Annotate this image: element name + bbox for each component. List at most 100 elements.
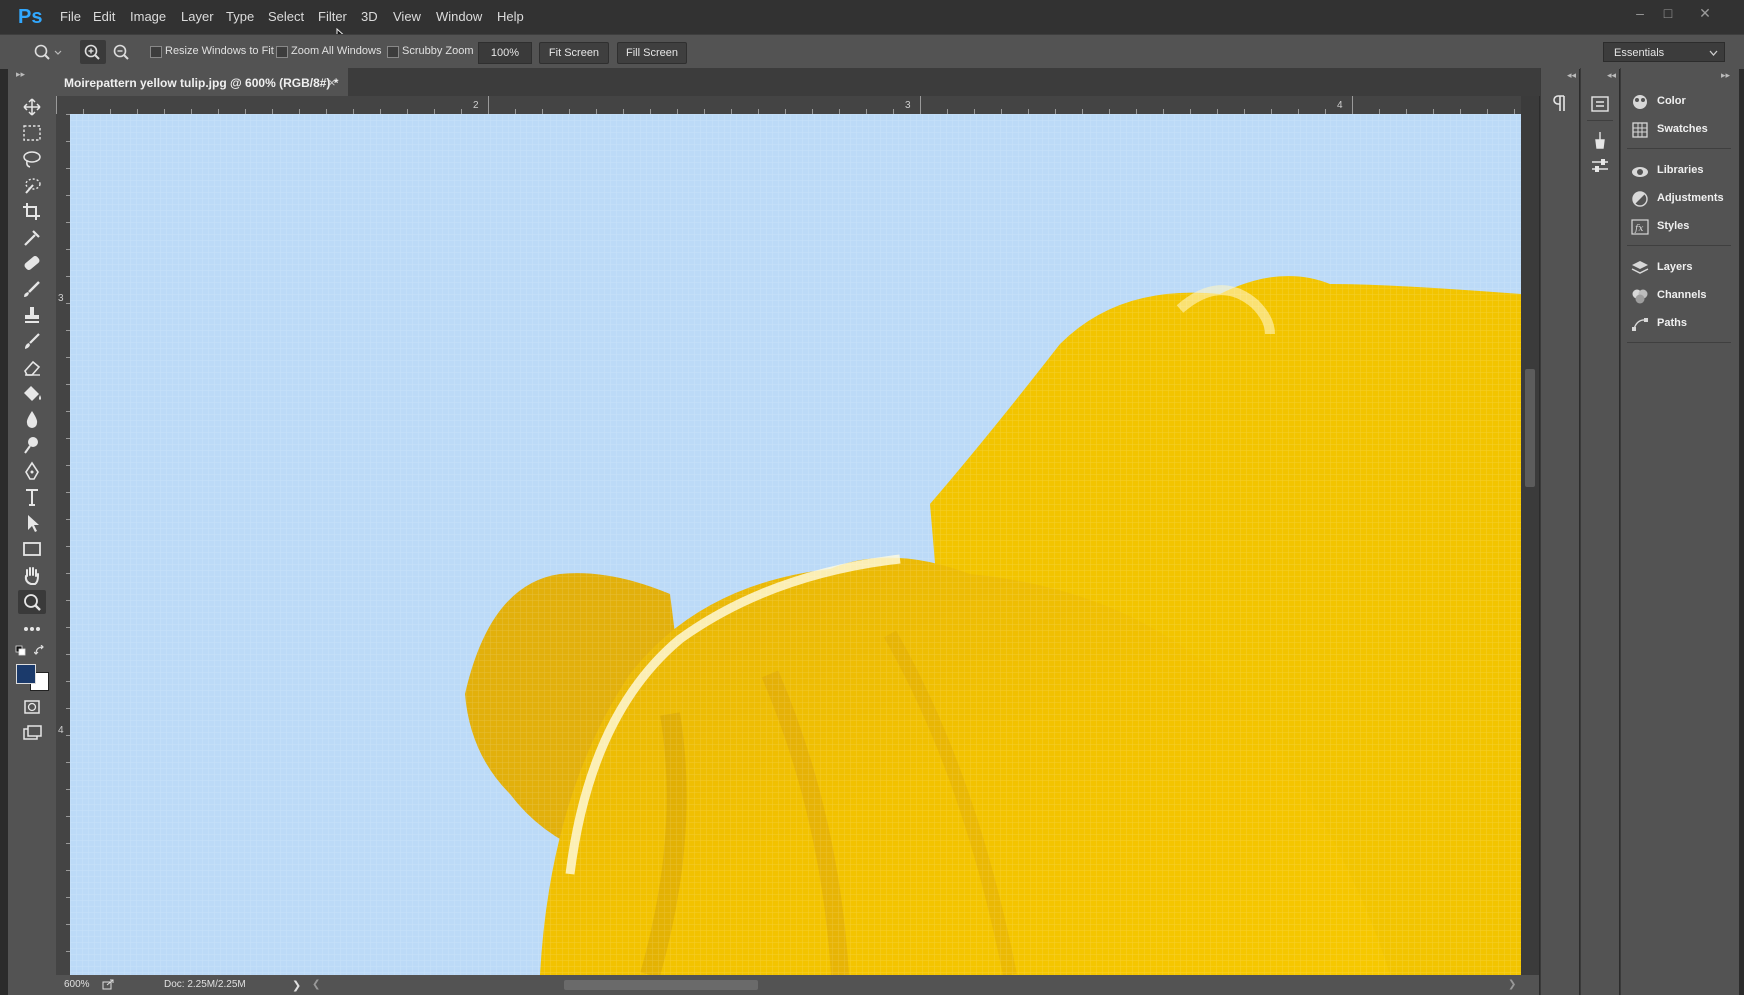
- crop-tool-icon[interactable]: [18, 200, 46, 222]
- panel-channels[interactable]: Channels: [1621, 282, 1739, 310]
- history-brush-tool-icon[interactable]: [18, 330, 46, 352]
- document-canvas[interactable]: [70, 114, 1521, 975]
- fill-screen-button[interactable]: Fill Screen: [617, 42, 687, 64]
- collapse-dock-icon[interactable]: ▸▸: [1721, 70, 1730, 81]
- blur-tool-icon[interactable]: [18, 408, 46, 430]
- menu-filter[interactable]: Filter: [318, 9, 347, 24]
- color-icon: [1633, 95, 1647, 109]
- move-tool-icon[interactable]: [18, 96, 46, 118]
- status-doc-info: Doc: 2.25M/2.25M: [164, 979, 246, 990]
- menu-layer[interactable]: Layer: [181, 9, 214, 24]
- clone-stamp-tool-icon[interactable]: [18, 304, 46, 326]
- path-selection-tool-icon[interactable]: [18, 512, 46, 534]
- panel-styles[interactable]: fx Styles: [1621, 213, 1739, 241]
- vertical-scroll-thumb[interactable]: [1525, 369, 1535, 487]
- menu-window[interactable]: Window: [436, 9, 482, 24]
- menu-edit[interactable]: Edit: [93, 9, 115, 24]
- scrubby-zoom-checkbox[interactable]: [387, 46, 399, 58]
- close-tab-icon[interactable]: ×: [328, 75, 336, 90]
- more-tools-icon[interactable]: [18, 618, 46, 640]
- zoom-all-windows-checkbox[interactable]: [276, 46, 288, 58]
- document-tab-bar: Moirepattern yellow tulip.jpg @ 600% (RG…: [56, 68, 1540, 96]
- hand-tool-icon[interactable]: [18, 564, 46, 586]
- chevron-down-icon: [1709, 50, 1718, 56]
- panel-libraries[interactable]: Libraries: [1621, 157, 1739, 185]
- pen-tool-icon[interactable]: [18, 460, 46, 482]
- close-icon[interactable]: ✕: [1691, 5, 1719, 23]
- zoom-level-field[interactable]: 100%: [478, 42, 532, 64]
- type-tool-icon[interactable]: [18, 486, 46, 508]
- eyedropper-tool-icon[interactable]: [18, 226, 46, 248]
- collapsed-panel-strip: ◂◂: [1580, 68, 1619, 995]
- menu-image[interactable]: Image: [130, 9, 166, 24]
- fit-screen-button[interactable]: Fit Screen: [539, 42, 609, 64]
- eraser-tool-icon[interactable]: [18, 356, 46, 378]
- maximize-icon[interactable]: □: [1654, 5, 1682, 23]
- menu-help[interactable]: Help: [497, 9, 524, 24]
- healing-brush-tool-icon[interactable]: [18, 252, 46, 274]
- menu-type[interactable]: Type: [226, 9, 254, 24]
- resize-windows-label: Resize Windows to Fit: [165, 45, 274, 57]
- workspace-select[interactable]: Essentials: [1603, 42, 1725, 62]
- scroll-left-icon[interactable]: ❮: [312, 979, 320, 990]
- photoshop-logo: Ps: [18, 6, 43, 28]
- panel-divider: [1627, 148, 1731, 149]
- screen-mode-icon[interactable]: [18, 722, 46, 744]
- quick-selection-tool-icon[interactable]: [18, 174, 46, 196]
- options-bar: Resize Windows to Fit Zoom All Windows S…: [0, 34, 1744, 70]
- zoom-out-icon[interactable]: [109, 40, 135, 64]
- panel-color[interactable]: Color: [1621, 88, 1739, 116]
- panel-label: Paths: [1657, 317, 1687, 329]
- panel-swatches[interactable]: Swatches: [1621, 116, 1739, 144]
- panel-paths[interactable]: Paths: [1621, 310, 1739, 338]
- menu-select[interactable]: Select: [268, 9, 304, 24]
- resize-windows-checkbox[interactable]: [150, 46, 162, 58]
- libraries-icon: [1632, 167, 1648, 177]
- zoom-in-mode-button[interactable]: [80, 40, 106, 64]
- swap-colors-icon[interactable]: [34, 645, 46, 657]
- horizontal-ruler-ticks: [56, 96, 1515, 114]
- properties-icon[interactable]: [1590, 156, 1610, 176]
- panel-label: Channels: [1657, 289, 1707, 301]
- share-icon[interactable]: [102, 979, 114, 990]
- panel-label: Styles: [1657, 220, 1690, 232]
- paths-icon: [1632, 318, 1648, 331]
- vertical-ruler: 3 4: [56, 114, 70, 975]
- menu-view[interactable]: View: [393, 9, 421, 24]
- panel-dock: ▸▸ Color Swatches Libraries Adjustments: [1620, 68, 1739, 995]
- paint-bucket-tool-icon[interactable]: [18, 382, 46, 404]
- zoom-in-icon: [84, 44, 100, 60]
- channels-icon: [1632, 289, 1648, 304]
- brush-tool-icon[interactable]: [18, 278, 46, 300]
- foreground-color-swatch[interactable]: [16, 664, 36, 684]
- panel-layers[interactable]: Layers: [1621, 254, 1739, 282]
- quick-mask-icon[interactable]: [18, 696, 46, 718]
- dodge-tool-icon[interactable]: [18, 434, 46, 456]
- marquee-tool-icon[interactable]: [18, 122, 46, 144]
- panel-divider: [1627, 342, 1731, 343]
- scroll-right-icon[interactable]: ❯: [1508, 979, 1516, 990]
- expand-tools-icon[interactable]: ▸▸: [16, 69, 25, 80]
- menu-3d[interactable]: 3D: [361, 9, 378, 24]
- default-colors-icon[interactable]: [15, 645, 27, 657]
- paragraph-icon[interactable]: [1551, 94, 1569, 114]
- horizontal-scroll-thumb[interactable]: [564, 980, 758, 990]
- status-bar: 600% Doc: 2.25M/2.25M ❯ ❮ ❯: [56, 975, 1539, 995]
- swatches-icon: [1632, 122, 1648, 138]
- vertical-scrollbar[interactable]: [1521, 96, 1539, 975]
- menu-file[interactable]: File: [60, 9, 81, 24]
- rectangle-tool-icon[interactable]: [18, 538, 46, 560]
- zoom-tool-preset-icon[interactable]: [33, 42, 63, 62]
- collapse-strip-icon[interactable]: ◂◂: [1567, 70, 1576, 81]
- minimize-icon[interactable]: –: [1626, 5, 1654, 23]
- document-tab[interactable]: Moirepattern yellow tulip.jpg @ 600% (RG…: [56, 68, 348, 96]
- brush-presets-icon[interactable]: [1590, 130, 1610, 150]
- status-zoom[interactable]: 600%: [64, 979, 90, 990]
- history-panel-icon[interactable]: [1590, 94, 1610, 114]
- status-menu-arrow-icon[interactable]: ❯: [292, 979, 301, 992]
- collapse-strip-icon[interactable]: ◂◂: [1607, 70, 1616, 81]
- zoom-tool-button[interactable]: [18, 590, 46, 614]
- panel-adjustments[interactable]: Adjustments: [1621, 185, 1739, 213]
- collapsed-panel-strip: ◂◂: [1540, 68, 1579, 995]
- lasso-tool-icon[interactable]: [18, 148, 46, 170]
